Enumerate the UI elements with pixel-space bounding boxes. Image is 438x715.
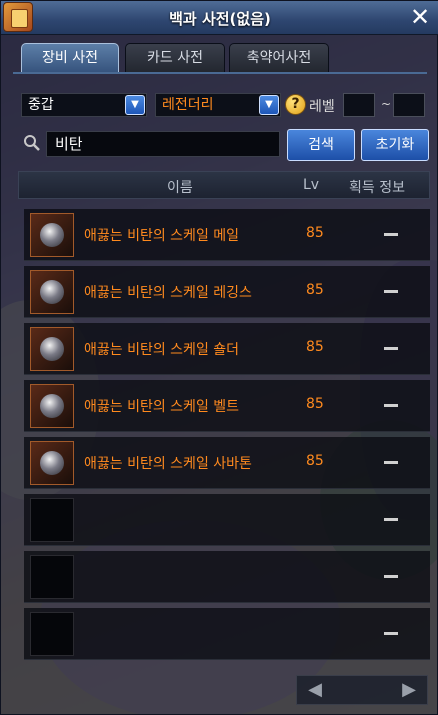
window-title: 백과 사전(없음) xyxy=(169,10,271,28)
help-icon[interactable]: ? xyxy=(285,94,306,115)
equipment-table: 이름 Lv 획득 정보 애끓는 비탄의 스케일 메일 85 애끓는 비탄의 스케일 … xyxy=(18,171,430,671)
acquire-info-dash xyxy=(384,518,398,521)
rarity-select-value: 레전더리 xyxy=(162,97,214,113)
item-level: 85 xyxy=(306,282,324,298)
column-header-name: 이름 xyxy=(167,180,193,196)
item-name: 애끓는 비탄의 스케일 사바톤 xyxy=(84,456,252,472)
table-row[interactable]: 애끓는 비탄의 스케일 레깅스 85 xyxy=(24,266,430,318)
item-level: 85 xyxy=(306,453,324,469)
armor-item-icon[interactable] xyxy=(30,441,74,485)
item-level: 85 xyxy=(306,225,324,241)
search-icon xyxy=(24,135,40,151)
tab-abbreviation-dictionary[interactable]: 축약어사전 xyxy=(229,43,329,73)
close-button[interactable]: ✕ xyxy=(407,5,433,31)
acquire-info-dash xyxy=(384,290,398,293)
search-input[interactable]: 비탄 xyxy=(46,131,280,157)
acquire-info-dash xyxy=(384,575,398,578)
acquire-info-dash xyxy=(384,347,398,350)
type-select[interactable]: 중갑 ▼ xyxy=(21,93,147,117)
acquire-info-dash xyxy=(384,632,398,635)
search-button[interactable]: 검색 xyxy=(287,129,355,161)
item-level: 85 xyxy=(306,396,324,412)
item-name: 애끓는 비탄의 스케일 레깅스 xyxy=(84,285,252,301)
chevron-down-icon: ▼ xyxy=(125,95,145,115)
empty-slot-icon[interactable] xyxy=(30,612,74,656)
column-header-acquire-info: 획득 정보 xyxy=(349,180,405,196)
tab-equipment-dictionary[interactable]: 장비 사전 xyxy=(21,43,119,73)
armor-item-icon[interactable] xyxy=(30,213,74,257)
level-max-input[interactable] xyxy=(393,93,425,117)
armor-item-icon[interactable] xyxy=(30,384,74,428)
chevron-down-icon: ▼ xyxy=(259,95,279,115)
prev-page-button[interactable]: ◀ xyxy=(305,680,325,700)
table-row[interactable] xyxy=(24,551,430,603)
item-name: 애끓는 비탄의 스케일 숄더 xyxy=(84,342,240,358)
empty-slot-icon[interactable] xyxy=(30,555,74,599)
item-level: 85 xyxy=(306,339,324,355)
title-bar[interactable]: 백과 사전(없음) ✕ xyxy=(1,1,438,35)
tab-card-dictionary[interactable]: 카드 사전 xyxy=(125,43,225,73)
table-row[interactable] xyxy=(24,494,430,546)
table-row[interactable]: 애끓는 비탄의 스케일 벨트 85 xyxy=(24,380,430,432)
armor-item-icon[interactable] xyxy=(30,270,74,314)
next-page-button[interactable]: ▶ xyxy=(399,680,419,700)
pagination: ◀ ▶ xyxy=(296,675,428,705)
column-header-level: Lv xyxy=(303,177,320,193)
type-select-value: 중갑 xyxy=(28,97,54,113)
rarity-select[interactable]: 레전더리 ▼ xyxy=(155,93,281,117)
encyclopedia-window: 백과 사전(없음) ✕ 장비 사전 카드 사전 축약어사전 중갑 ▼ 레전더리 … xyxy=(0,0,438,715)
table-row[interactable]: 애끓는 비탄의 스케일 숄더 85 xyxy=(24,323,430,375)
item-name: 애끓는 비탄의 스케일 메일 xyxy=(84,228,240,244)
level-min-input[interactable] xyxy=(343,93,375,117)
table-row[interactable]: 애끓는 비탄의 스케일 사바톤 85 xyxy=(24,437,430,489)
acquire-info-dash xyxy=(384,404,398,407)
tab-divider xyxy=(13,72,427,74)
item-name: 애끓는 비탄의 스케일 벨트 xyxy=(84,399,240,415)
empty-slot-icon[interactable] xyxy=(30,498,74,542)
level-range-separator: ~ xyxy=(381,97,392,111)
table-header: 이름 Lv 획득 정보 xyxy=(18,171,430,199)
armor-item-icon[interactable] xyxy=(30,327,74,371)
reset-button[interactable]: 초기화 xyxy=(361,129,429,161)
table-row[interactable] xyxy=(24,608,430,660)
acquire-info-dash xyxy=(384,233,398,236)
table-row[interactable]: 애끓는 비탄의 스케일 메일 85 xyxy=(24,209,430,261)
acquire-info-dash xyxy=(384,461,398,464)
level-label: 레벨 xyxy=(309,99,335,115)
